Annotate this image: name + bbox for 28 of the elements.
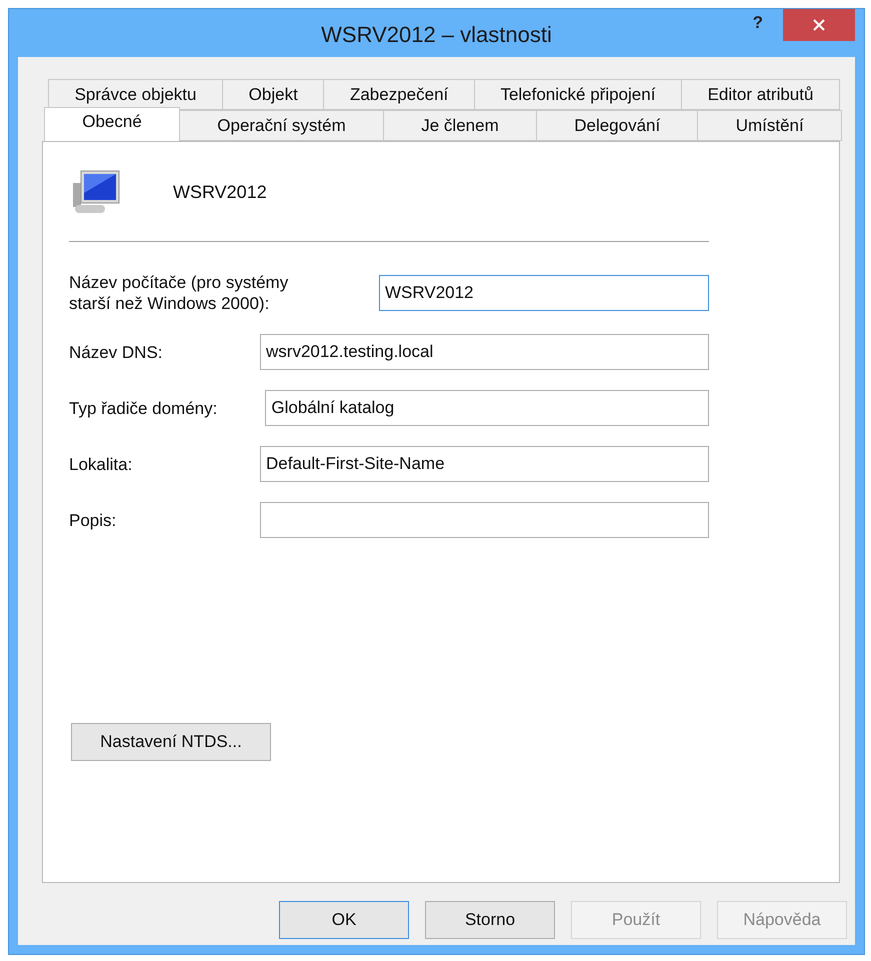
input-field[interactable]: Globální katalog <box>265 390 709 426</box>
tab[interactable]: Obecné <box>44 107 180 141</box>
field-label: Popis: <box>69 510 118 530</box>
tab[interactable]: Je členem <box>383 110 537 141</box>
close-icon <box>812 18 826 32</box>
dialog-button[interactable]: Storno <box>425 901 555 939</box>
input-field[interactable]: Default-First-Site-Name <box>260 446 709 482</box>
dialog-button[interactable]: OK <box>279 901 409 939</box>
object-name: WSRV2012 <box>173 182 267 202</box>
field-label: Lokalita: <box>69 454 134 474</box>
field-label: Název počítače (pro systémy starší než Windows 2000): <box>69 272 290 314</box>
field-label: Název DNS: <box>69 342 164 362</box>
tab[interactable]: Telefonické připojení <box>474 79 682 110</box>
tab[interactable]: Delegování <box>536 110 698 141</box>
tab[interactable]: Zabezpečení <box>323 79 475 110</box>
input-field[interactable]: wsrv2012.testing.local <box>260 334 709 370</box>
input-field[interactable] <box>260 502 709 538</box>
help-button[interactable]: ? <box>746 13 769 33</box>
window-title: WSRV2012 – vlastnosti <box>321 21 552 48</box>
tab[interactable]: Editor atributů <box>681 79 840 110</box>
close-button[interactable] <box>783 9 855 41</box>
input-field[interactable]: WSRV2012 <box>379 275 709 311</box>
tab[interactable]: Operační systém <box>179 110 384 141</box>
tab[interactable]: Umístění <box>697 110 842 141</box>
tab[interactable]: Objekt <box>222 79 324 110</box>
field-label: Typ řadiče domény: <box>69 398 218 418</box>
ntds-settings-button[interactable]: Nastavení NTDS... <box>71 723 271 761</box>
tab[interactable]: Správce objektu <box>48 79 224 110</box>
